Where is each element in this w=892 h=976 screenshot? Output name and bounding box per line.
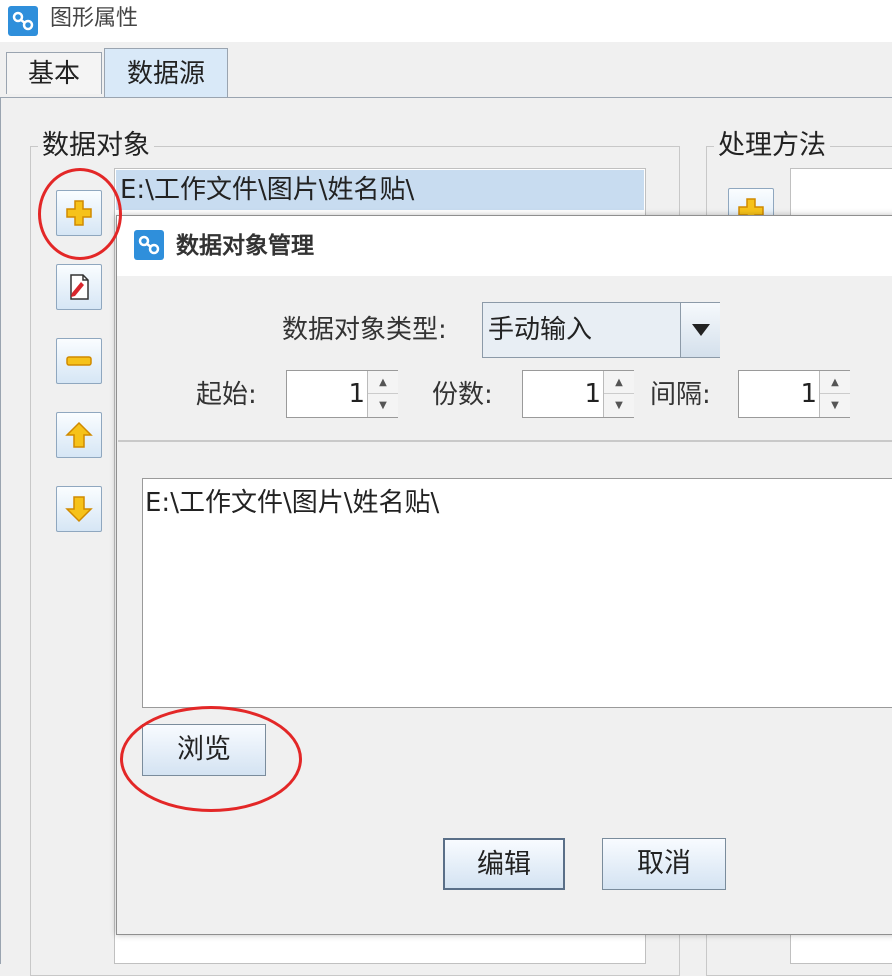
minus-icon — [66, 356, 92, 366]
spin-down-icon[interactable]: ▼ — [820, 394, 850, 417]
list-item[interactable]: E:\工作文件\图片\姓名贴\ — [116, 170, 644, 210]
type-label: 数据对象类型: — [282, 315, 447, 345]
app-logo-icon — [134, 230, 164, 260]
copies-value[interactable]: 1 — [523, 371, 601, 417]
processing-legend: 处理方法 — [714, 130, 830, 162]
window-title: 图形属性 — [50, 6, 139, 31]
type-select-value: 手动输入 — [488, 315, 593, 345]
spin-down-icon[interactable]: ▼ — [368, 394, 398, 417]
move-down-button[interactable] — [56, 486, 102, 532]
dialog-separator — [118, 440, 892, 442]
interval-spinner[interactable]: 1 ▲ ▼ — [738, 370, 850, 418]
interval-label: 间隔: — [650, 380, 711, 410]
start-label: 起始: — [196, 380, 257, 410]
spin-up-icon[interactable]: ▲ — [604, 371, 634, 394]
remove-data-object-button[interactable] — [56, 338, 102, 384]
data-object-legend: 数据对象 — [38, 130, 154, 162]
dialog-title: 数据对象管理 — [176, 233, 314, 259]
move-up-button[interactable] — [56, 412, 102, 458]
spin-down-icon[interactable]: ▼ — [604, 394, 634, 417]
plus-icon — [66, 200, 92, 226]
copies-spinner[interactable]: 1 ▲ ▼ — [522, 370, 634, 418]
edit-button[interactable]: 编辑 — [443, 838, 565, 890]
tab-data-source[interactable]: 数据源 — [104, 48, 228, 98]
cancel-button[interactable]: 取消 — [602, 838, 726, 890]
spin-up-icon[interactable]: ▲ — [820, 371, 850, 394]
interval-value[interactable]: 1 — [739, 371, 817, 417]
start-value[interactable]: 1 — [287, 371, 365, 417]
arrow-down-icon — [65, 496, 93, 523]
start-spinner[interactable]: 1 ▲ ▼ — [286, 370, 398, 418]
copies-label: 份数: — [432, 380, 493, 410]
browse-button[interactable]: 浏览 — [142, 724, 266, 776]
type-select-dropdown-button[interactable] — [680, 303, 720, 357]
edit-data-object-button[interactable] — [56, 264, 102, 310]
chevron-down-icon — [691, 324, 710, 336]
arrow-up-icon — [65, 421, 93, 448]
app-logo-icon — [8, 6, 38, 36]
spin-up-icon[interactable]: ▲ — [368, 371, 398, 394]
edit-document-icon — [70, 274, 89, 300]
tab-basic[interactable]: 基本 — [6, 52, 102, 94]
add-data-object-button[interactable] — [56, 190, 102, 236]
window-title-bar: 图形属性 — [0, 0, 892, 42]
data-content-textarea[interactable]: E:\工作文件\图片\姓名贴\ — [142, 478, 892, 708]
